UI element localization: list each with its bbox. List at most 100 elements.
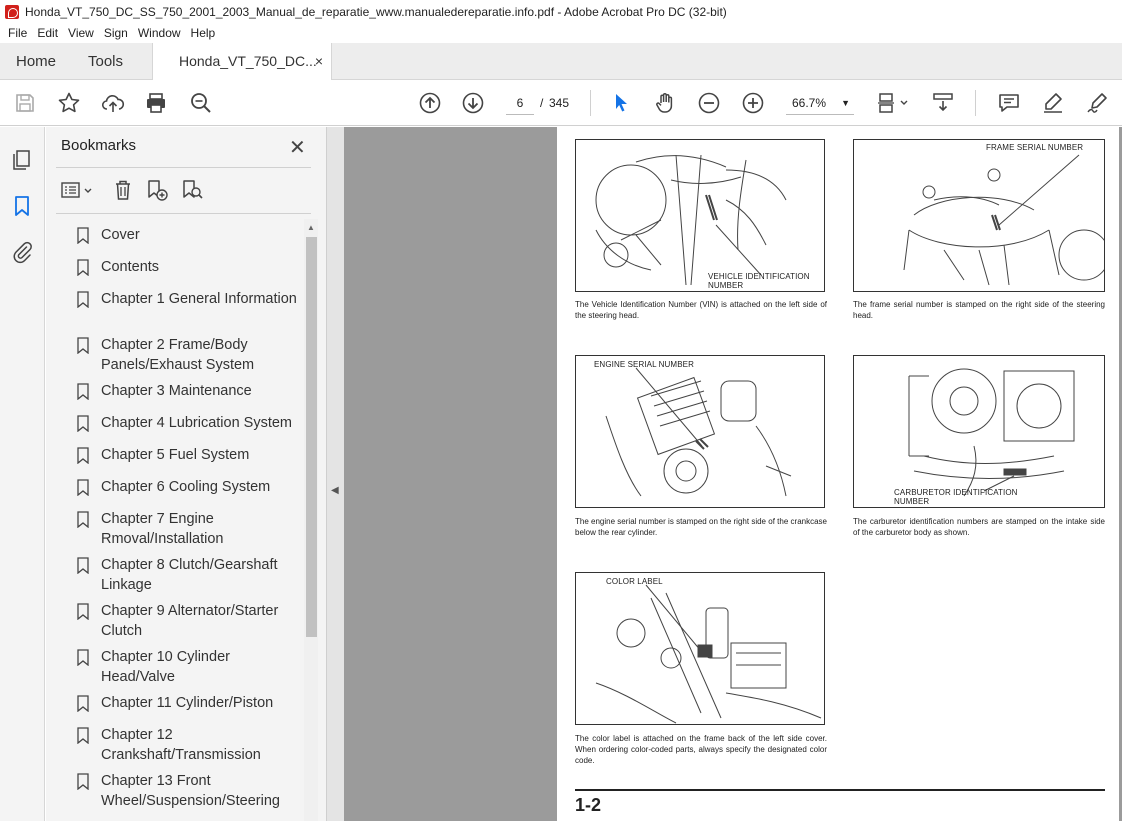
bookmarks-panel-icon[interactable] xyxy=(10,194,34,218)
bookmark-label: Chapter 3 Maintenance xyxy=(101,383,252,399)
sign-pen-icon[interactable] xyxy=(1085,91,1109,115)
total-pages: 345 xyxy=(549,96,570,110)
page-display-icon[interactable] xyxy=(876,91,912,115)
vin-callout-label: VEHICLE IDENTIFICATION NUMBER xyxy=(708,272,810,290)
bookmark-label: Chapter 10 Cylinder Head/Valve xyxy=(101,649,230,685)
zoom-level-value: 66.7% xyxy=(792,96,827,110)
menu-bar: File Edit View Sign Window Help xyxy=(0,23,1122,43)
bookmark-label: Contents xyxy=(101,259,160,275)
bookmark-item[interactable]: Chapter 3 Maintenance xyxy=(76,381,304,401)
bookmarks-panel-title: Bookmarks xyxy=(61,137,137,154)
delete-bookmark-icon[interactable] xyxy=(111,178,135,202)
comment-icon[interactable] xyxy=(997,91,1021,115)
bookmark-icon xyxy=(77,227,89,244)
next-page-icon[interactable] xyxy=(461,91,485,115)
bookmark-item[interactable]: Chapter 9 Alternator/Starter Clutch xyxy=(76,601,304,641)
hand-tool-icon[interactable] xyxy=(653,91,677,115)
engine-crankcase-illustration xyxy=(605,367,792,497)
zoom-level-select[interactable]: 66.7% ▼ xyxy=(786,91,854,115)
bookmark-item[interactable]: Cover xyxy=(76,225,304,245)
bookmark-item[interactable]: Chapter 11 Cylinder/Piston xyxy=(76,693,304,713)
steering-head-illustration xyxy=(595,154,787,286)
bookmark-item[interactable]: Chapter 13 Front Wheel/Suspension/Steeri… xyxy=(76,771,304,811)
bookmark-label: Chapter 2 Frame/Body Panels/Exhaust Syst… xyxy=(101,337,255,373)
bookmark-item[interactable]: Chapter 4 Lubrication System xyxy=(76,413,304,433)
panel-splitter[interactable]: ◀ xyxy=(326,127,344,821)
scrollbar-thumb[interactable] xyxy=(306,237,317,637)
bookmark-item[interactable]: Chapter 1 General Information xyxy=(76,289,304,309)
bookmark-label: Chapter 8 Clutch/Gearshaft Linkage xyxy=(101,557,278,593)
menu-view[interactable]: View xyxy=(68,26,94,40)
bookmark-icon xyxy=(77,447,89,464)
previous-page-icon[interactable] xyxy=(418,91,442,115)
bookmark-icon xyxy=(77,511,89,528)
scroll-up-icon[interactable]: ▲ xyxy=(307,223,315,232)
print-icon[interactable] xyxy=(144,91,168,115)
zoom-in-icon[interactable] xyxy=(741,91,765,115)
bookmark-item[interactable]: Contents xyxy=(76,257,304,277)
title-bar: Honda_VT_750_DC_SS_750_2001_2003_Manual_… xyxy=(0,0,1122,23)
frame-color-label-illustration xyxy=(595,584,822,724)
page-thumbnails-icon[interactable] xyxy=(10,148,34,172)
tab-tools[interactable]: Tools xyxy=(88,43,123,80)
bookmark-label: Chapter 6 Cooling System xyxy=(101,479,271,495)
bookmark-options-icon[interactable] xyxy=(60,178,96,202)
select-cursor-icon[interactable] xyxy=(609,91,633,115)
bookmark-label: Cover xyxy=(101,227,140,243)
close-panel-icon[interactable]: ✕ xyxy=(289,135,306,160)
menu-sign[interactable]: Sign xyxy=(104,26,128,40)
bookmark-item[interactable]: Chapter 10 Cylinder Head/Valve xyxy=(76,647,304,687)
bookmark-icon xyxy=(77,695,89,712)
bookmark-item[interactable]: Chapter 6 Cooling System xyxy=(76,477,304,497)
page-number: 1-2 xyxy=(575,795,602,815)
star-icon[interactable] xyxy=(57,91,81,115)
pdf-page: VEHICLE IDENTIFICATION NUMBER The Vehicl… xyxy=(557,127,1119,821)
page-footer-rule xyxy=(575,789,1105,791)
bookmark-icon xyxy=(77,291,89,308)
caption-frame: The frame serial number is stamped on th… xyxy=(853,300,1105,320)
attachments-paperclip-icon[interactable] xyxy=(10,240,34,264)
bookmark-label: Chapter 12 Crankshaft/Transmission xyxy=(101,727,261,763)
bookmark-icon xyxy=(77,773,89,790)
zoom-out-icon[interactable] xyxy=(697,91,721,115)
toolbar-divider xyxy=(975,90,976,116)
menu-window[interactable]: Window xyxy=(138,26,181,40)
highlight-pen-icon[interactable] xyxy=(1041,91,1065,115)
tab-close-icon[interactable]: × xyxy=(315,43,323,80)
new-bookmark-icon[interactable] xyxy=(145,178,169,202)
bookmark-item[interactable]: Chapter 5 Fuel System xyxy=(76,445,304,465)
tab-document[interactable]: Honda_VT_750_DC... × xyxy=(152,43,332,81)
left-navigation-rail xyxy=(0,127,45,821)
cloud-upload-icon[interactable] xyxy=(101,91,125,115)
figure-carburetor: CARBURETOR IDENTIFICATION NUMBER xyxy=(853,355,1105,508)
page-separator: / xyxy=(540,96,544,110)
bookmark-item[interactable]: Chapter 12 Crankshaft/Transmission xyxy=(76,725,304,765)
color-label-callout: COLOR LABEL xyxy=(606,577,663,586)
menu-edit[interactable]: Edit xyxy=(37,26,58,40)
caption-color-label: The color label is attached on the frame… xyxy=(575,734,827,765)
scroll-mode-icon[interactable] xyxy=(931,91,955,115)
save-icon[interactable] xyxy=(13,91,37,115)
menu-file[interactable]: File xyxy=(8,26,27,40)
caption-engine: The engine serial number is stamped on t… xyxy=(575,517,827,537)
bookmark-item[interactable]: Chapter 2 Frame/Body Panels/Exhaust Syst… xyxy=(76,335,304,375)
caption-carburetor: The carburetor identification numbers ar… xyxy=(853,517,1105,537)
frame-callout-label: FRAME SERIAL NUMBER xyxy=(986,143,1084,152)
zoom-search-icon[interactable] xyxy=(189,91,213,115)
bookmarks-scrollbar[interactable]: ▲ xyxy=(304,219,318,821)
tab-home[interactable]: Home xyxy=(16,43,56,80)
bookmark-item[interactable]: Chapter 8 Clutch/Gearshaft Linkage xyxy=(76,555,304,595)
find-bookmark-icon[interactable] xyxy=(180,178,204,202)
bookmark-icon xyxy=(77,603,89,620)
document-viewport[interactable]: VEHICLE IDENTIFICATION NUMBER The Vehicl… xyxy=(344,127,1122,821)
page-number-input[interactable]: 6 xyxy=(506,91,534,115)
menu-help[interactable]: Help xyxy=(191,26,216,40)
bookmark-label: Chapter 9 Alternator/Starter Clutch xyxy=(101,603,279,639)
carburetor-callout-label: CARBURETOR IDENTIFICATION NUMBER xyxy=(894,488,1018,506)
bookmark-icon xyxy=(77,479,89,496)
bookmark-label: Chapter 7 Engine Rmoval/Installation xyxy=(101,511,224,547)
collapse-panel-icon[interactable]: ◀ xyxy=(331,485,339,496)
window-title: Honda_VT_750_DC_SS_750_2001_2003_Manual_… xyxy=(25,4,727,19)
figure-vin: VEHICLE IDENTIFICATION NUMBER xyxy=(575,139,825,292)
bookmark-item[interactable]: Chapter 7 Engine Rmoval/Installation xyxy=(76,509,304,549)
